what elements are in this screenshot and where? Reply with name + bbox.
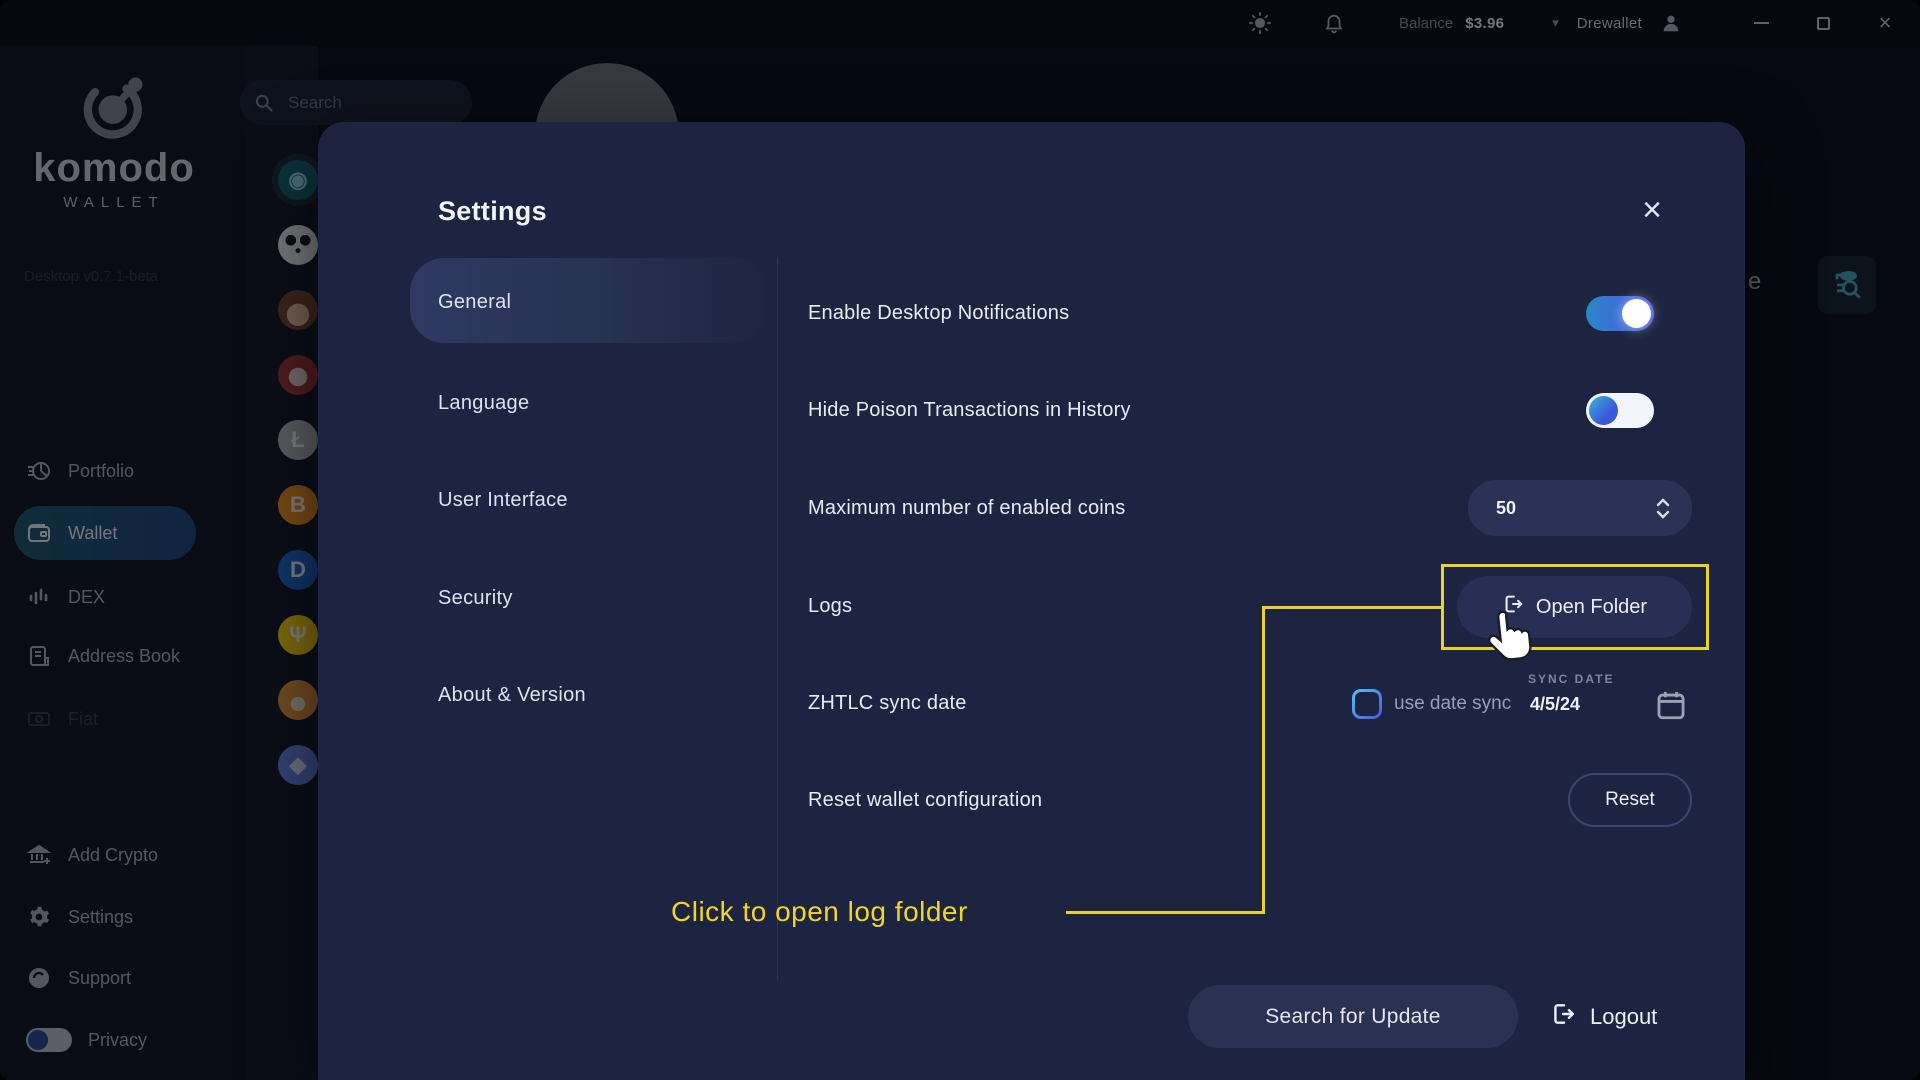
toggle-knob	[1622, 299, 1651, 328]
tab-security[interactable]: Security	[438, 578, 513, 618]
max-coins-row-label: Maximum number of enabled coins	[808, 496, 1126, 519]
hand-cursor-icon	[1485, 606, 1537, 673]
sync-date-value: 4/5/24	[1530, 694, 1581, 714]
reset-button[interactable]: Reset	[1568, 773, 1692, 827]
toggle-knob	[1589, 396, 1618, 425]
annotation-line-top	[1262, 606, 1443, 609]
search-for-update-button[interactable]: Search for Update	[1188, 985, 1518, 1048]
notifications-row-label: Enable Desktop Notifications	[808, 301, 1070, 324]
annotation-line-bottom	[1066, 911, 1264, 914]
logs-row-label: Logs	[808, 594, 853, 617]
stepper-arrows-icon[interactable]	[1656, 480, 1670, 536]
modal-close-icon[interactable]: ×	[1630, 188, 1674, 232]
annotation-highlight-box	[1441, 564, 1709, 650]
notifications-toggle[interactable]	[1586, 296, 1654, 331]
sync-date-label: SYNC DATE	[1528, 672, 1615, 686]
tab-general[interactable]: General	[438, 282, 511, 322]
annotation-line-vertical	[1262, 606, 1265, 914]
max-coins-value: 50	[1496, 497, 1517, 518]
modal-divider	[777, 257, 778, 980]
zhtlc-row-label: ZHTLC sync date	[808, 691, 967, 714]
hide-poison-row-label: Hide Poison Transactions in History	[808, 398, 1131, 421]
tab-about-version[interactable]: About & Version	[438, 675, 586, 715]
modal-title: Settings	[438, 196, 547, 226]
calendar-icon[interactable]	[1654, 688, 1688, 722]
tab-user-interface[interactable]: User Interface	[438, 480, 568, 520]
use-date-sync-checkbox[interactable]	[1352, 689, 1382, 719]
logout-icon	[1550, 1001, 1576, 1033]
tab-language[interactable]: Language	[438, 383, 529, 423]
reset-row-label: Reset wallet configuration	[808, 788, 1043, 811]
hide-poison-toggle[interactable]	[1586, 393, 1654, 428]
logout-button[interactable]: Logout	[1550, 990, 1657, 1044]
max-coins-stepper[interactable]: 50	[1468, 480, 1692, 536]
use-date-sync-label: use date sync	[1394, 693, 1512, 714]
annotation-text: Click to open log folder	[671, 896, 968, 927]
komodo-wallet-window: komodo WALLET Desktop v0.7.1-beta Portfo…	[0, 0, 1920, 1080]
